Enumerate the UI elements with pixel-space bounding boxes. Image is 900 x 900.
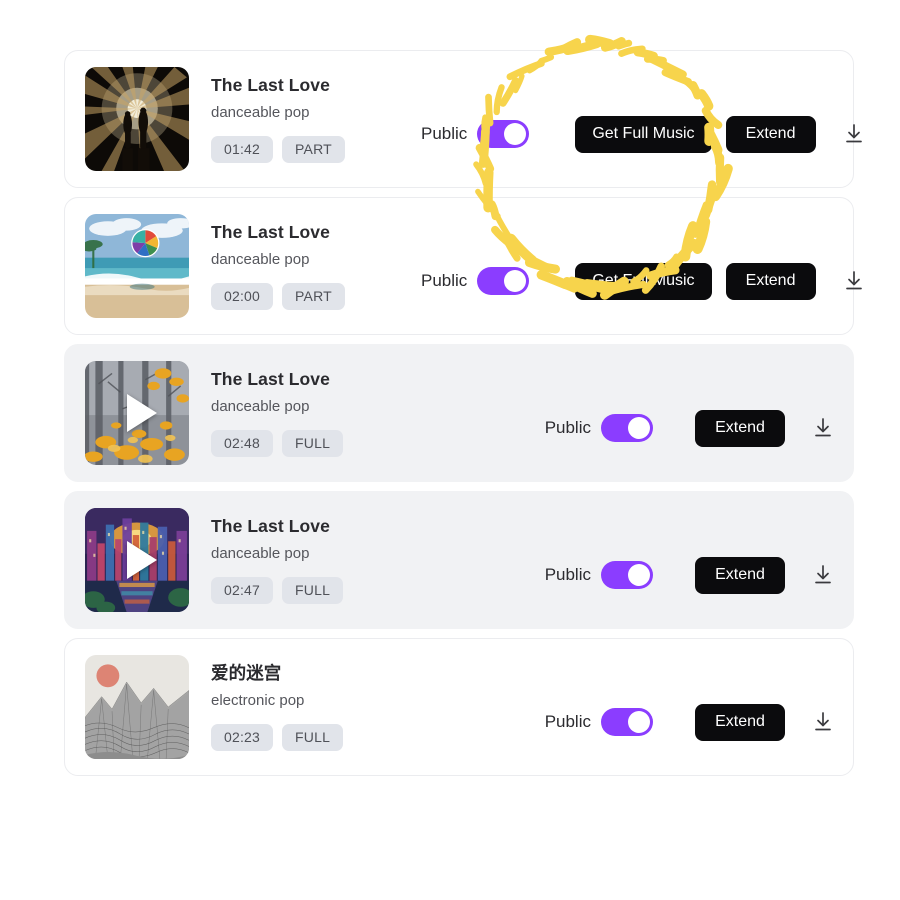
duration-chip: 02:23 bbox=[211, 723, 274, 751]
public-toggle-group[interactable]: Public bbox=[545, 708, 653, 736]
track-controls: Public Get Full Music Extend bbox=[421, 233, 866, 300]
toggle-knob bbox=[504, 270, 527, 292]
track-controls: Public Extend bbox=[545, 527, 835, 594]
public-toggle-group[interactable]: Public bbox=[545, 414, 653, 442]
track-title: The Last Love bbox=[211, 222, 330, 243]
track-title: The Last Love bbox=[211, 516, 330, 537]
track-kind-chip: PART bbox=[282, 282, 345, 310]
track-meta: 爱的迷宫 electronic pop 02:23 FULL bbox=[211, 663, 421, 751]
track-chips: 02:00 PART bbox=[211, 282, 421, 310]
track-artwork[interactable] bbox=[85, 214, 189, 318]
track-card[interactable]: 爱的迷宫 electronic pop 02:23 FULL Public Extend bbox=[64, 638, 854, 776]
track-meta: The Last Love danceable pop 02:00 PART bbox=[211, 222, 421, 310]
public-label: Public bbox=[421, 124, 468, 143]
annotation-stroke bbox=[600, 37, 626, 52]
public-toggle[interactable] bbox=[601, 414, 653, 442]
track-genre: danceable pop bbox=[211, 397, 310, 415]
track-card[interactable]: The Last Love danceable pop 02:48 FULL Publi… bbox=[64, 344, 854, 482]
annotation-stroke bbox=[561, 38, 582, 53]
artwork-image bbox=[85, 655, 189, 759]
track-genre: danceable pop bbox=[211, 250, 310, 268]
page-root: The Last Love danceable pop 01:42 PART Publi… bbox=[0, 0, 900, 900]
track-title: The Last Love bbox=[211, 75, 330, 96]
track-card[interactable]: The Last Love danceable pop 02:47 FULL Publi… bbox=[64, 491, 854, 629]
duration-chip: 02:48 bbox=[211, 429, 274, 457]
extend-button[interactable]: Extend bbox=[695, 556, 785, 594]
track-meta: The Last Love danceable pop 01:42 PART bbox=[211, 75, 421, 163]
public-label: Public bbox=[544, 712, 591, 731]
annotation-stroke bbox=[585, 34, 615, 49]
toggle-knob bbox=[628, 417, 650, 439]
track-chips: 02:47 FULL bbox=[211, 576, 421, 604]
duration-chip: 02:00 bbox=[211, 282, 274, 310]
artwork-image bbox=[85, 67, 189, 171]
track-chips: 02:23 FULL bbox=[211, 723, 421, 751]
duration-chip: 01:42 bbox=[211, 135, 274, 163]
track-kind-chip: FULL bbox=[282, 723, 344, 751]
track-chips: 01:42 PART bbox=[211, 135, 421, 163]
extend-button[interactable]: Extend bbox=[695, 703, 785, 741]
track-controls: Public Extend bbox=[545, 674, 835, 741]
public-label: Public bbox=[544, 565, 591, 584]
track-card[interactable]: The Last Love danceable pop 01:42 PART Publi… bbox=[64, 50, 862, 188]
track-genre: danceable pop bbox=[211, 103, 310, 121]
toggle-knob bbox=[628, 564, 650, 586]
track-title: 爱的迷宫 bbox=[211, 663, 282, 684]
download-icon[interactable] bbox=[811, 563, 835, 587]
track-kind-chip: PART bbox=[282, 135, 345, 163]
track-kind-chip: FULL bbox=[282, 576, 344, 604]
track-card[interactable]: The Last Love danceable pop 02:00 PART Publi… bbox=[64, 197, 862, 335]
get-full-music-button[interactable]: Get Full Music bbox=[575, 262, 712, 300]
download-icon[interactable] bbox=[842, 122, 866, 146]
download-icon[interactable] bbox=[811, 710, 835, 734]
download-icon[interactable] bbox=[811, 416, 835, 440]
track-controls: Public Extend bbox=[545, 380, 835, 447]
public-toggle[interactable] bbox=[601, 561, 653, 589]
play-icon[interactable] bbox=[127, 394, 157, 432]
track-controls: Public Get Full Music Extend bbox=[421, 86, 866, 153]
track-artwork[interactable] bbox=[85, 508, 189, 612]
toggle-knob bbox=[628, 711, 650, 733]
extend-button[interactable]: Extend bbox=[695, 409, 785, 447]
public-toggle-group[interactable]: Public bbox=[545, 561, 653, 589]
public-toggle[interactable] bbox=[477, 120, 530, 148]
track-genre: danceable pop bbox=[211, 544, 310, 562]
track-genre: electronic pop bbox=[211, 691, 305, 709]
public-toggle-group[interactable]: Public bbox=[421, 120, 530, 148]
annotation-stroke bbox=[615, 39, 633, 50]
track-meta: The Last Love danceable pop 02:48 FULL bbox=[211, 369, 421, 457]
play-icon[interactable] bbox=[127, 541, 157, 579]
track-artwork[interactable] bbox=[85, 67, 189, 171]
track-meta: The Last Love danceable pop 02:47 FULL bbox=[211, 516, 421, 604]
track-title: The Last Love bbox=[211, 369, 330, 390]
track-chips: 02:48 FULL bbox=[211, 429, 421, 457]
track-artwork[interactable] bbox=[85, 655, 189, 759]
extend-button[interactable]: Extend bbox=[725, 115, 816, 153]
toggle-knob bbox=[504, 123, 527, 145]
download-icon[interactable] bbox=[842, 269, 866, 293]
track-list: The Last Love danceable pop 01:42 PART Publi… bbox=[64, 50, 862, 776]
track-artwork[interactable] bbox=[85, 361, 189, 465]
public-label: Public bbox=[421, 271, 468, 290]
artwork-image bbox=[85, 214, 189, 318]
public-toggle[interactable] bbox=[601, 708, 653, 736]
extend-button[interactable]: Extend bbox=[725, 262, 816, 300]
get-full-music-button[interactable]: Get Full Music bbox=[575, 115, 712, 153]
public-toggle[interactable] bbox=[477, 267, 530, 295]
duration-chip: 02:47 bbox=[211, 576, 274, 604]
track-kind-chip: FULL bbox=[282, 429, 344, 457]
public-toggle-group[interactable]: Public bbox=[421, 267, 530, 295]
public-label: Public bbox=[544, 418, 591, 437]
